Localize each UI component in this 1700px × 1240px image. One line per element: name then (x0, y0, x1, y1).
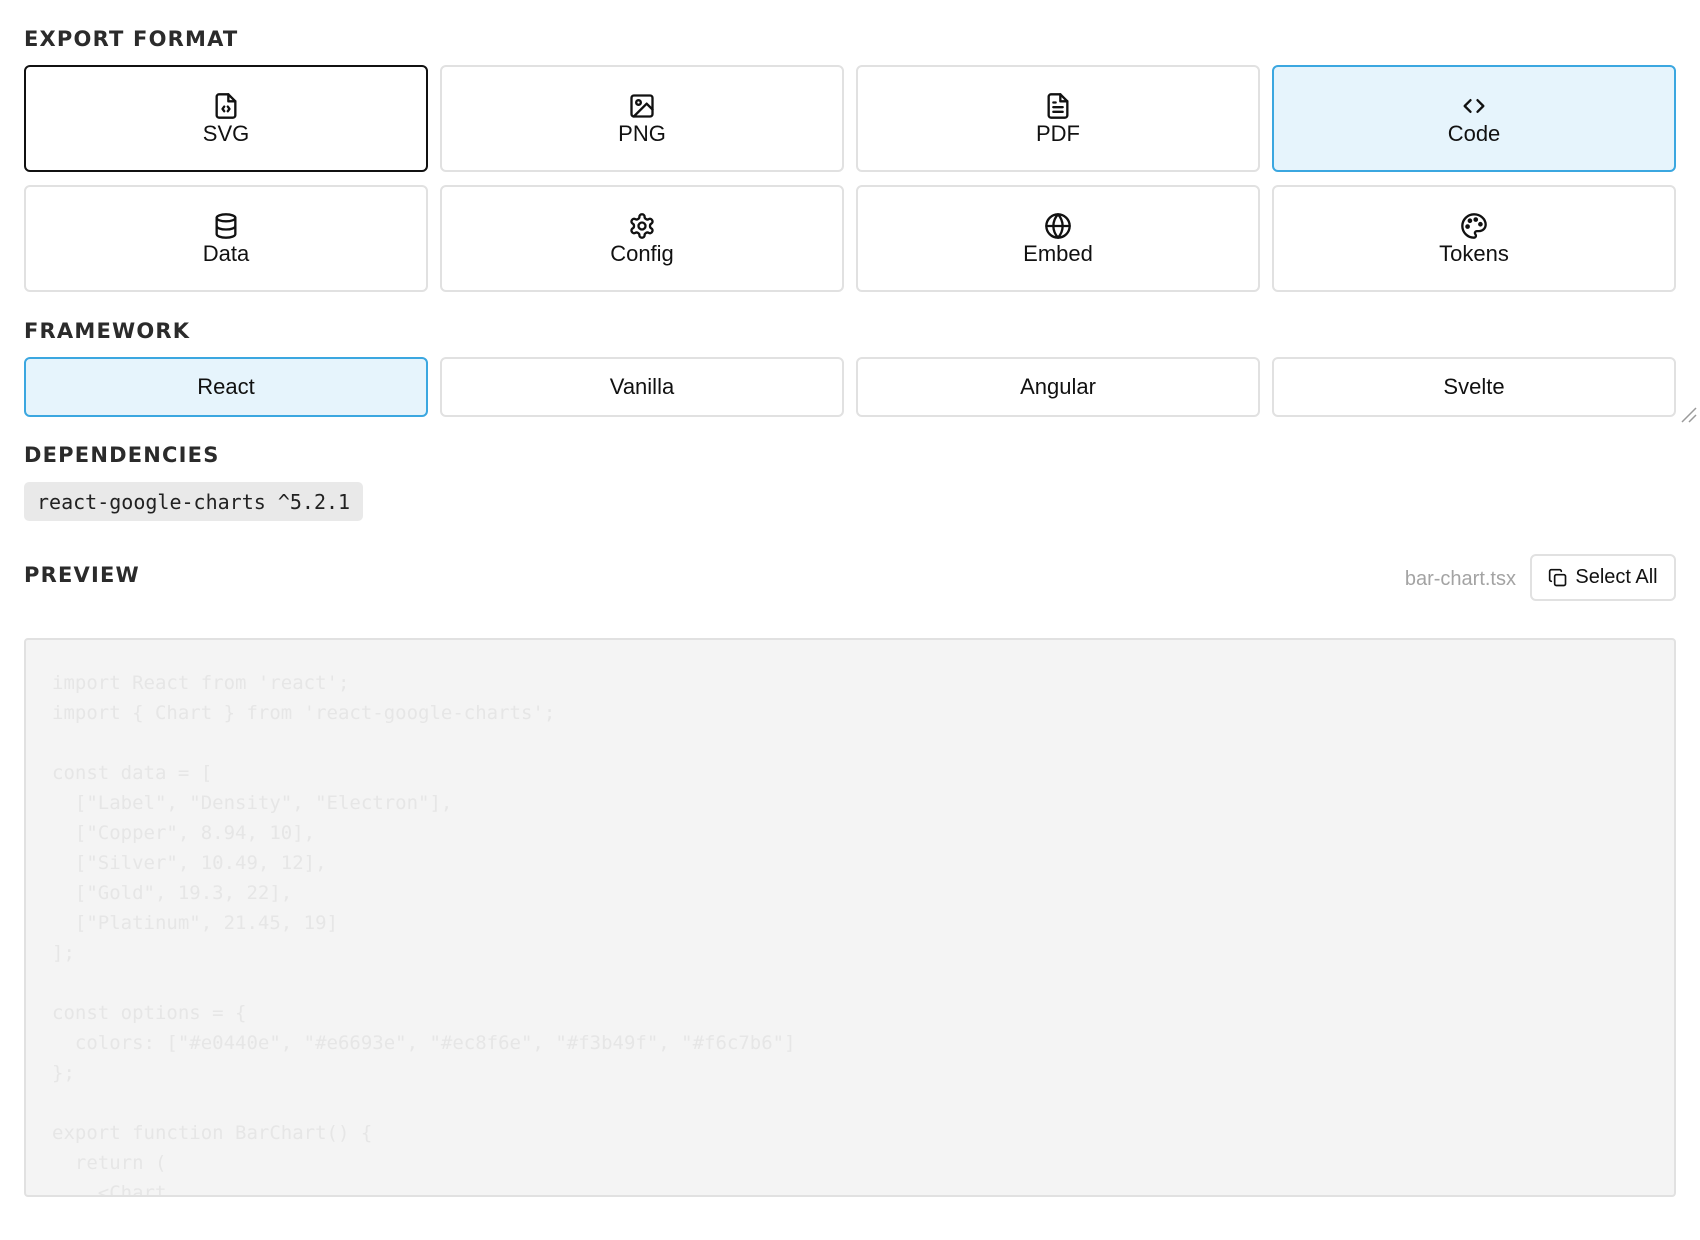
code-line: }; (52, 1062, 75, 1084)
code-line: ["Label", "Density", "Electron"], (52, 792, 453, 814)
framework-option-vanilla[interactable]: Vanilla (440, 357, 844, 417)
gear-icon (630, 213, 654, 239)
palette-icon (1461, 213, 1487, 239)
format-option-label: Data (202, 241, 250, 266)
format-option-label: Code (1447, 121, 1501, 146)
code-content: import React from 'react'; import { Char… (26, 640, 1674, 1197)
code-line: export function BarChart() { (52, 1122, 373, 1144)
resize-handle[interactable] (1678, 404, 1698, 424)
code-line: ]; (52, 942, 75, 964)
format-option-svg[interactable]: SVG (24, 65, 428, 172)
preview-file-name: bar-chart.tsx (1404, 568, 1516, 590)
format-option-label: Tokens (1439, 241, 1509, 266)
code-brackets-icon (1463, 99, 1485, 114)
export-format-grid: SVG PNG PDF Code Data Config Embed Token… (24, 65, 1676, 292)
code-line: return ( (52, 1152, 167, 1174)
export-format-heading: EXPORT FORMAT (24, 27, 239, 51)
framework-option-angular[interactable]: Angular (856, 357, 1260, 417)
code-line: const options = { (52, 1002, 247, 1024)
code-line: ["Platinum", 21.45, 19] (52, 912, 338, 934)
format-option-label: PDF (1036, 121, 1080, 146)
format-option-png[interactable]: PNG (440, 65, 844, 172)
dependency-badge: react-google-charts ^5.2.1 (24, 482, 364, 521)
format-option-code[interactable]: Code (1272, 65, 1676, 172)
code-line: ["Silver", 10.49, 12], (52, 852, 327, 874)
code-preview[interactable]: import React from 'react'; import { Char… (24, 638, 1676, 1197)
format-option-label: SVG (202, 121, 250, 146)
framework-heading: FRAMEWORK (24, 319, 191, 343)
dependencies-heading: DEPENDENCIES (24, 443, 220, 467)
code-line: import { Chart } from 'react-google-char… (52, 702, 556, 724)
format-option-data[interactable]: Data (24, 185, 428, 292)
globe-icon (1045, 213, 1071, 239)
framework-option-react[interactable]: React (24, 357, 428, 417)
database-icon (215, 213, 237, 239)
code-line: colors: ["#e0440e", "#e6693e", "#ec8f6e"… (52, 1032, 796, 1054)
code-line: ["Copper", 8.94, 10], (52, 822, 316, 844)
code-line: <Chart (52, 1182, 167, 1197)
format-option-pdf[interactable]: PDF (856, 65, 1260, 172)
format-option-label: Config (610, 241, 674, 266)
file-text-icon (1047, 93, 1069, 119)
select-all-button[interactable]: Select All (1530, 554, 1676, 601)
preview-heading: PREVIEW (24, 563, 140, 587)
file-code-icon (215, 93, 237, 119)
framework-option-svelte[interactable]: Svelte (1272, 357, 1676, 417)
code-line: const data = [ (52, 762, 213, 784)
format-option-label: Embed (1023, 241, 1093, 266)
format-option-label: PNG (618, 121, 666, 146)
format-option-tokens[interactable]: Tokens (1272, 185, 1676, 292)
code-line: ["Gold", 19.3, 22], (52, 882, 293, 904)
format-option-embed[interactable]: Embed (856, 185, 1260, 292)
format-option-config[interactable]: Config (440, 185, 844, 292)
select-all-label: Select All (1575, 566, 1658, 588)
framework-options: React Vanilla Angular Svelte (24, 357, 1676, 417)
copy-icon (1549, 568, 1567, 586)
code-line: import React from 'react'; (52, 672, 350, 694)
image-icon (630, 94, 654, 118)
